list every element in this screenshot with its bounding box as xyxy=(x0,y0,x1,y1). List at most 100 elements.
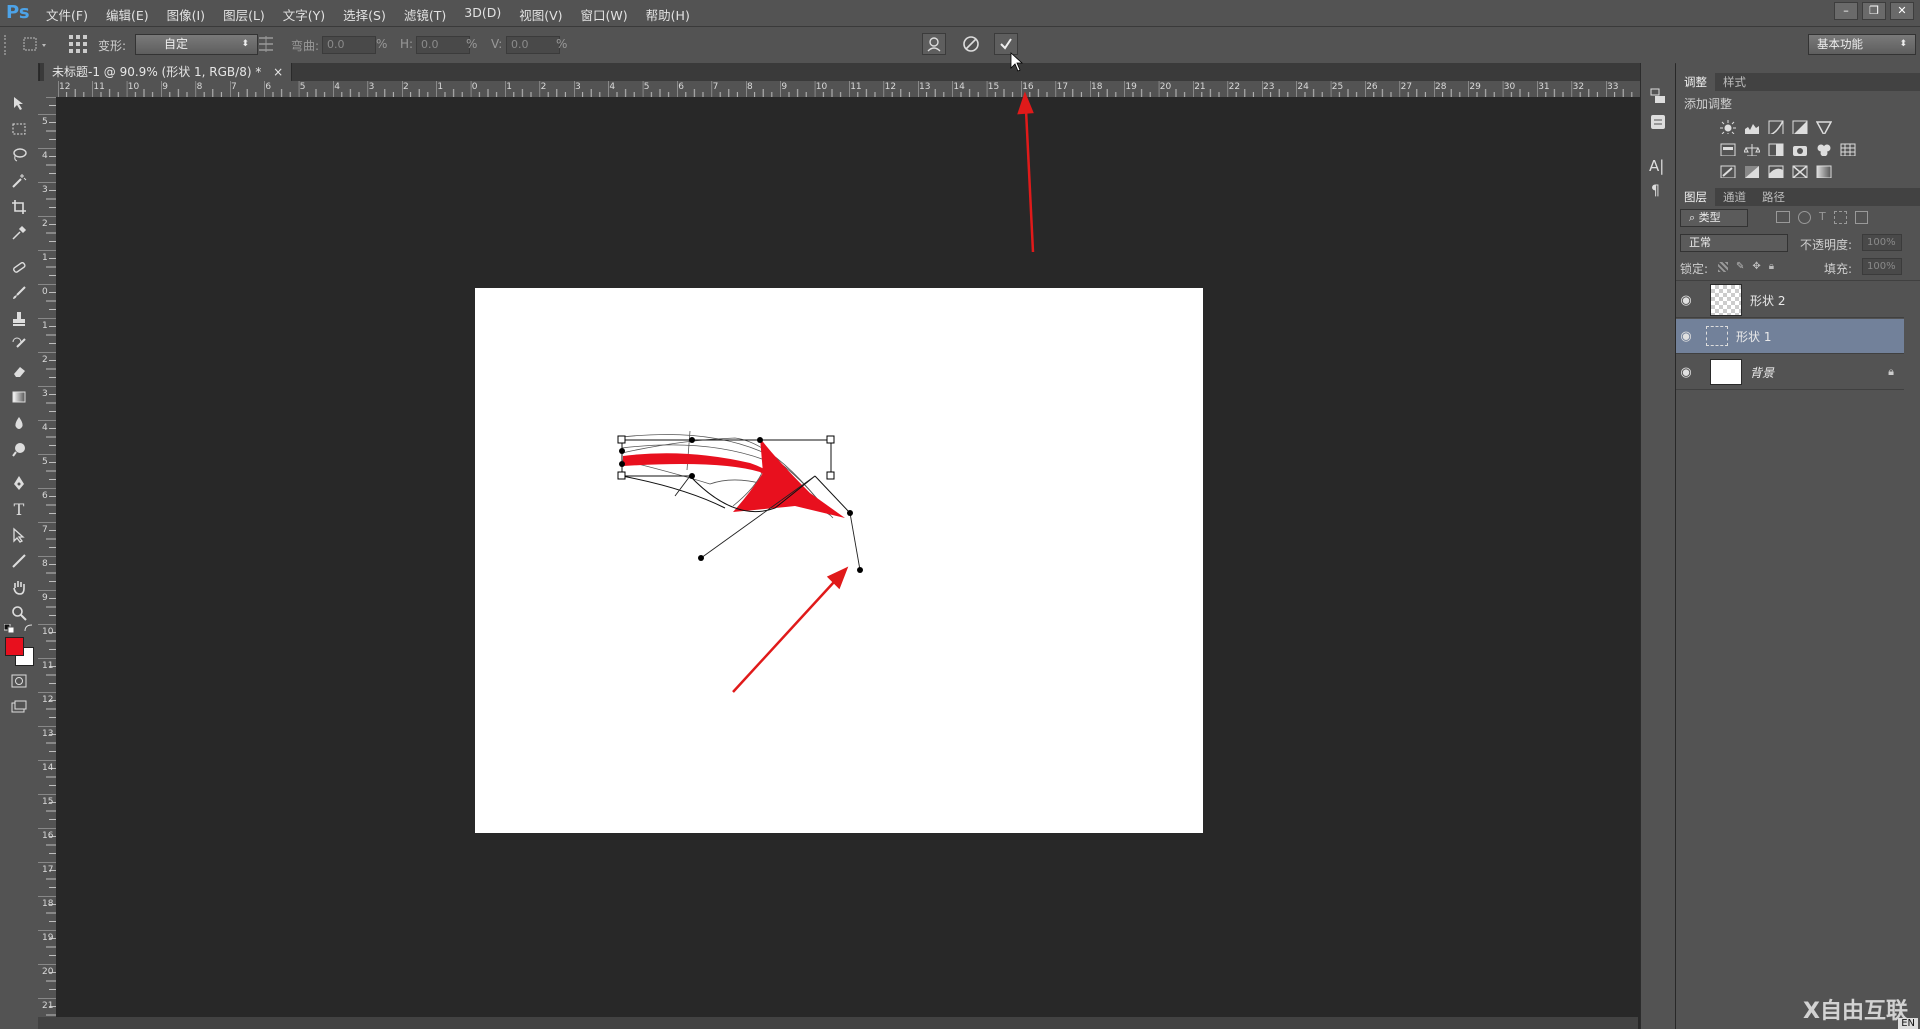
workspace-dropdown[interactable]: 基本功能 ⬍ xyxy=(1808,34,1916,55)
tab-styles[interactable]: 样式 xyxy=(1715,73,1754,91)
blur-tool-icon[interactable] xyxy=(8,413,30,433)
eraser-tool-icon[interactable] xyxy=(8,361,30,381)
shape-filter-icon[interactable] xyxy=(1833,211,1847,224)
history-brush-tool-icon[interactable] xyxy=(8,335,30,355)
black-white-icon[interactable] xyxy=(1768,142,1784,156)
brush-tool-icon[interactable] xyxy=(8,283,30,303)
gradient-tool-icon[interactable] xyxy=(8,387,30,407)
vibrance-icon[interactable] xyxy=(1816,120,1832,134)
dodge-tool-icon[interactable] xyxy=(8,439,30,459)
cancel-transform-icon[interactable] xyxy=(962,35,980,56)
menu-view[interactable]: 视图(V) xyxy=(519,5,571,24)
healing-brush-tool-icon[interactable] xyxy=(8,257,30,277)
lasso-tool-icon[interactable] xyxy=(8,145,30,165)
puppet-warp-toggle-icon[interactable] xyxy=(922,33,946,55)
layer-row-shape-1[interactable]: ◉ 形状 1 xyxy=(1676,319,1904,354)
tab-layers[interactable]: 图层 xyxy=(1676,188,1715,206)
bend-input[interactable]: 0.0 xyxy=(322,36,376,54)
path-selection-tool-icon[interactable] xyxy=(8,525,30,545)
levels-icon[interactable] xyxy=(1744,120,1760,134)
eyedropper-tool-icon[interactable] xyxy=(8,223,30,243)
lock-pixels-icon[interactable]: ✎ xyxy=(1736,262,1744,272)
adjustment-filter-icon[interactable] xyxy=(1798,211,1811,224)
channel-mixer-icon[interactable] xyxy=(1816,142,1832,156)
warp-orientation-icon[interactable] xyxy=(256,34,276,57)
fill-input[interactable]: 100% xyxy=(1862,258,1902,275)
menu-select[interactable]: 选择(S) xyxy=(343,5,395,24)
clone-stamp-tool-icon[interactable] xyxy=(8,309,30,329)
history-panel-icon[interactable] xyxy=(1649,87,1667,108)
magic-wand-tool-icon[interactable] xyxy=(8,171,30,191)
invert-icon[interactable] xyxy=(1720,164,1736,178)
commit-transform-icon[interactable] xyxy=(994,33,1018,55)
restore-button[interactable]: ❐ xyxy=(1862,2,1886,20)
pen-tool-icon[interactable] xyxy=(8,473,30,493)
swap-colors-icon[interactable] xyxy=(24,622,34,636)
layer-row-shape-2[interactable]: ◉ 形状 2 xyxy=(1676,283,1904,318)
gradient-map-icon[interactable] xyxy=(1816,164,1832,178)
lock-transparent-icon[interactable] xyxy=(1718,262,1728,272)
foreground-color-swatch[interactable] xyxy=(5,637,24,656)
menu-layer[interactable]: 图层(L) xyxy=(223,5,274,24)
lock-all-icon[interactable]: 🔒︎ xyxy=(1769,262,1774,272)
color-lookup-icon[interactable] xyxy=(1840,142,1856,156)
h-distort-input[interactable]: 0.0 xyxy=(416,36,470,54)
marquee-tool-icon[interactable] xyxy=(8,119,30,139)
close-tab-icon[interactable]: × xyxy=(273,65,283,79)
smart-object-filter-icon[interactable] xyxy=(1854,211,1868,224)
opacity-input[interactable]: 100% xyxy=(1862,234,1902,251)
menu-help[interactable]: 帮助(H) xyxy=(646,5,699,24)
line-tool-icon[interactable] xyxy=(8,551,30,571)
hue-saturation-icon[interactable] xyxy=(1720,142,1736,156)
zoom-tool-icon[interactable] xyxy=(8,603,30,623)
type-filter-icon[interactable]: T xyxy=(1819,211,1826,224)
warped-arrow-shape[interactable] xyxy=(475,288,1203,833)
menu-file[interactable]: 文件(F) xyxy=(46,5,97,24)
warp-dropdown[interactable]: 自定 ⬍ xyxy=(135,34,258,55)
tab-paths[interactable]: 路径 xyxy=(1754,188,1793,206)
selective-color-icon[interactable] xyxy=(1792,164,1808,178)
document-tab[interactable]: 未标题-1 @ 90.9% (形状 1, RGB/8) * × xyxy=(44,63,293,81)
curves-icon[interactable] xyxy=(1768,120,1784,134)
ruler-top-label: 5 xyxy=(643,82,650,92)
move-tool-icon[interactable] xyxy=(8,93,30,113)
properties-panel-icon[interactable] xyxy=(1649,113,1667,134)
menu-window[interactable]: 窗口(W) xyxy=(581,5,637,24)
pixel-filter-icon[interactable] xyxy=(1776,211,1790,223)
color-balance-icon[interactable] xyxy=(1744,142,1760,156)
menu-image[interactable]: 图像(I) xyxy=(167,5,214,24)
threshold-icon[interactable] xyxy=(1768,164,1784,178)
v-distort-input[interactable]: 0.0 xyxy=(506,36,560,54)
layer-filter-dropdown[interactable]: ⌕ 类型 xyxy=(1680,209,1748,227)
tab-adjustments[interactable]: 调整 xyxy=(1676,73,1715,91)
visibility-eye-icon[interactable]: ◉ xyxy=(1676,329,1696,344)
menu-edit[interactable]: 编辑(E) xyxy=(106,5,158,24)
crop-tool-icon[interactable] xyxy=(8,197,30,217)
document-canvas[interactable] xyxy=(475,288,1203,833)
posterize-icon[interactable] xyxy=(1744,164,1760,178)
paragraph-panel-icon[interactable]: ¶ xyxy=(1651,183,1660,199)
hand-tool-icon[interactable] xyxy=(8,577,30,597)
brightness-icon[interactable] xyxy=(1720,120,1736,134)
blend-mode-dropdown[interactable]: 正常 xyxy=(1680,234,1788,252)
visibility-eye-icon[interactable]: ◉ xyxy=(1676,293,1696,308)
screen-mode-icon[interactable] xyxy=(8,697,30,717)
lock-position-icon[interactable]: ✥ xyxy=(1752,262,1760,272)
minimize-button[interactable]: – xyxy=(1834,2,1858,20)
default-colors-icon[interactable] xyxy=(3,623,16,637)
tool-preset-icon[interactable] xyxy=(22,35,50,56)
ruler-top-label: 7 xyxy=(231,82,237,92)
type-tool-icon[interactable]: T xyxy=(8,499,30,519)
character-panel-icon[interactable]: A| xyxy=(1649,157,1664,175)
reference-point-icon[interactable] xyxy=(68,34,88,57)
close-window-button[interactable]: ✕ xyxy=(1890,2,1914,20)
menu-type[interactable]: 文字(Y) xyxy=(283,5,334,24)
exposure-icon[interactable] xyxy=(1792,120,1808,134)
menu-filter[interactable]: 滤镜(T) xyxy=(404,5,455,24)
menu-3d[interactable]: 3D(D) xyxy=(464,5,510,24)
layer-row-background[interactable]: ◉ 背景 🔒︎ xyxy=(1676,355,1904,390)
visibility-eye-icon[interactable]: ◉ xyxy=(1676,365,1696,380)
quick-mask-icon[interactable] xyxy=(8,671,30,691)
tab-channels[interactable]: 通道 xyxy=(1715,188,1754,206)
photo-filter-icon[interactable] xyxy=(1792,142,1808,156)
